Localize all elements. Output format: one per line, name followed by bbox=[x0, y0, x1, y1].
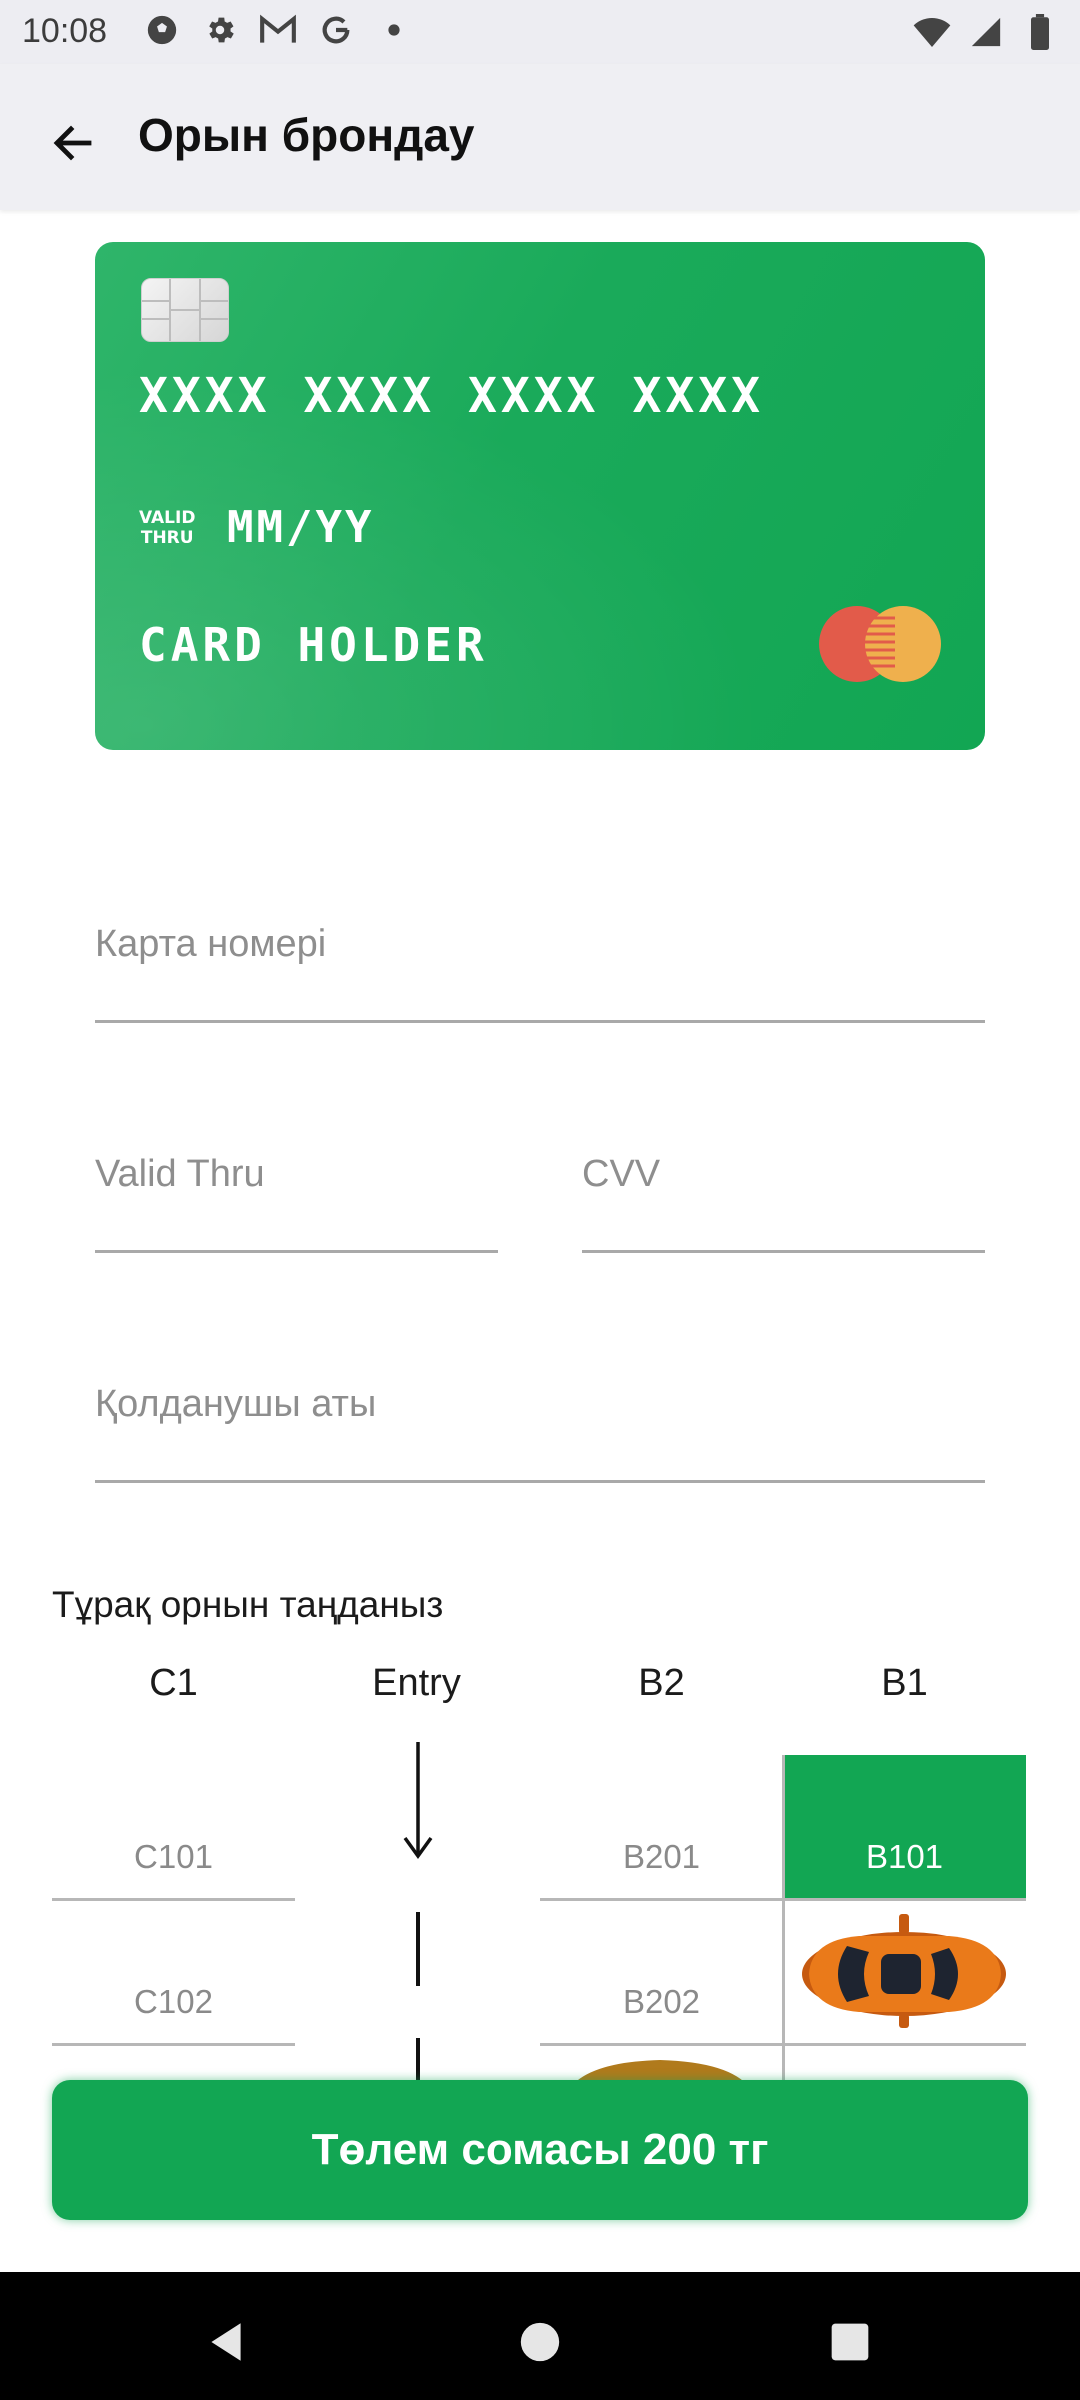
google-icon bbox=[316, 10, 356, 50]
cvv-input[interactable] bbox=[582, 1153, 985, 1196]
dot-icon bbox=[374, 10, 414, 50]
recents-square-icon bbox=[831, 2323, 869, 2361]
valid-label-line2: THRU bbox=[140, 528, 194, 548]
column-header-c1: C1 bbox=[149, 1662, 198, 1704]
system-icons bbox=[912, 12, 1060, 52]
card-number-input[interactable] bbox=[95, 923, 985, 966]
valid-thru-label: VALID THRU bbox=[139, 508, 195, 548]
valid-label-line1: VALID bbox=[139, 508, 196, 528]
pay-button-label: Төлем сомасы 200 тг bbox=[311, 2125, 769, 2174]
slot-b201[interactable]: B201 bbox=[540, 1755, 783, 1901]
nav-back-button[interactable] bbox=[186, 2302, 266, 2382]
signal-icon bbox=[966, 12, 1006, 52]
cvv-field[interactable] bbox=[582, 1110, 985, 1253]
card-preview: XXXX XXXX XXXX XXXX VALID THRU MM/YY CAR… bbox=[95, 242, 985, 750]
username-input[interactable] bbox=[95, 1383, 985, 1426]
pay-button[interactable]: Төлем сомасы 200 тг bbox=[52, 2080, 1028, 2220]
lane-dash bbox=[416, 1912, 420, 1986]
slot-c101[interactable]: C101 bbox=[52, 1755, 295, 1901]
back-triangle-icon bbox=[211, 2323, 241, 2361]
battery-icon bbox=[1020, 12, 1060, 52]
valid-thru-field[interactable] bbox=[95, 1110, 498, 1253]
slot-c102[interactable]: C102 bbox=[52, 1900, 295, 2046]
valid-thru-input[interactable] bbox=[95, 1153, 498, 1196]
slot-b102-occupied bbox=[783, 1900, 1026, 2046]
gear-icon bbox=[200, 10, 240, 50]
parking-section-title: Тұрақ орнын таңданыз bbox=[52, 1584, 444, 1625]
slot-label: C101 bbox=[134, 1838, 213, 1875]
notification-icons bbox=[142, 10, 414, 50]
back-button[interactable] bbox=[34, 104, 112, 182]
wifi-icon bbox=[912, 12, 952, 52]
nav-recents-button[interactable] bbox=[810, 2302, 890, 2382]
slot-b202[interactable]: B202 bbox=[540, 1900, 783, 2046]
mastercard-logo-icon bbox=[819, 606, 941, 682]
entry-arrow-down-icon bbox=[403, 1742, 433, 1859]
status-bar: 10:08 bbox=[0, 0, 1080, 64]
card-number-display: XXXX XXXX XXXX XXXX bbox=[139, 368, 765, 424]
app-bar: Орын брондау bbox=[0, 64, 1080, 210]
home-circle-icon bbox=[520, 2322, 560, 2362]
slot-b101[interactable]: B101 bbox=[783, 1755, 1026, 1901]
column-header-entry: Entry bbox=[372, 1662, 461, 1704]
nav-home-button[interactable] bbox=[500, 2302, 580, 2382]
page-title: Орын брондау bbox=[138, 109, 475, 161]
soccer-ball-icon bbox=[142, 10, 182, 50]
slot-label: B101 bbox=[865, 1838, 944, 1875]
card-number-field[interactable] bbox=[95, 880, 985, 1023]
status-time: 10:08 bbox=[22, 12, 108, 50]
card-chip-icon bbox=[141, 278, 229, 342]
slot-label: C102 bbox=[134, 1983, 213, 2020]
expiry-display: MM/YY bbox=[227, 502, 375, 553]
card-holder-display: CARD HOLDER bbox=[139, 618, 488, 672]
username-field[interactable] bbox=[95, 1340, 985, 1483]
orange-car-icon bbox=[802, 1914, 1006, 2028]
slot-label: B202 bbox=[622, 1983, 701, 2020]
lane-dash bbox=[416, 2038, 420, 2086]
column-header-b2: B2 bbox=[638, 1662, 685, 1704]
gmail-icon bbox=[258, 10, 298, 50]
arrow-left-icon bbox=[53, 125, 92, 161]
lane-divider bbox=[782, 1755, 785, 2085]
column-header-b1: B1 bbox=[881, 1662, 928, 1704]
system-nav-bar bbox=[0, 2272, 1080, 2400]
slot-label: B201 bbox=[622, 1838, 701, 1875]
